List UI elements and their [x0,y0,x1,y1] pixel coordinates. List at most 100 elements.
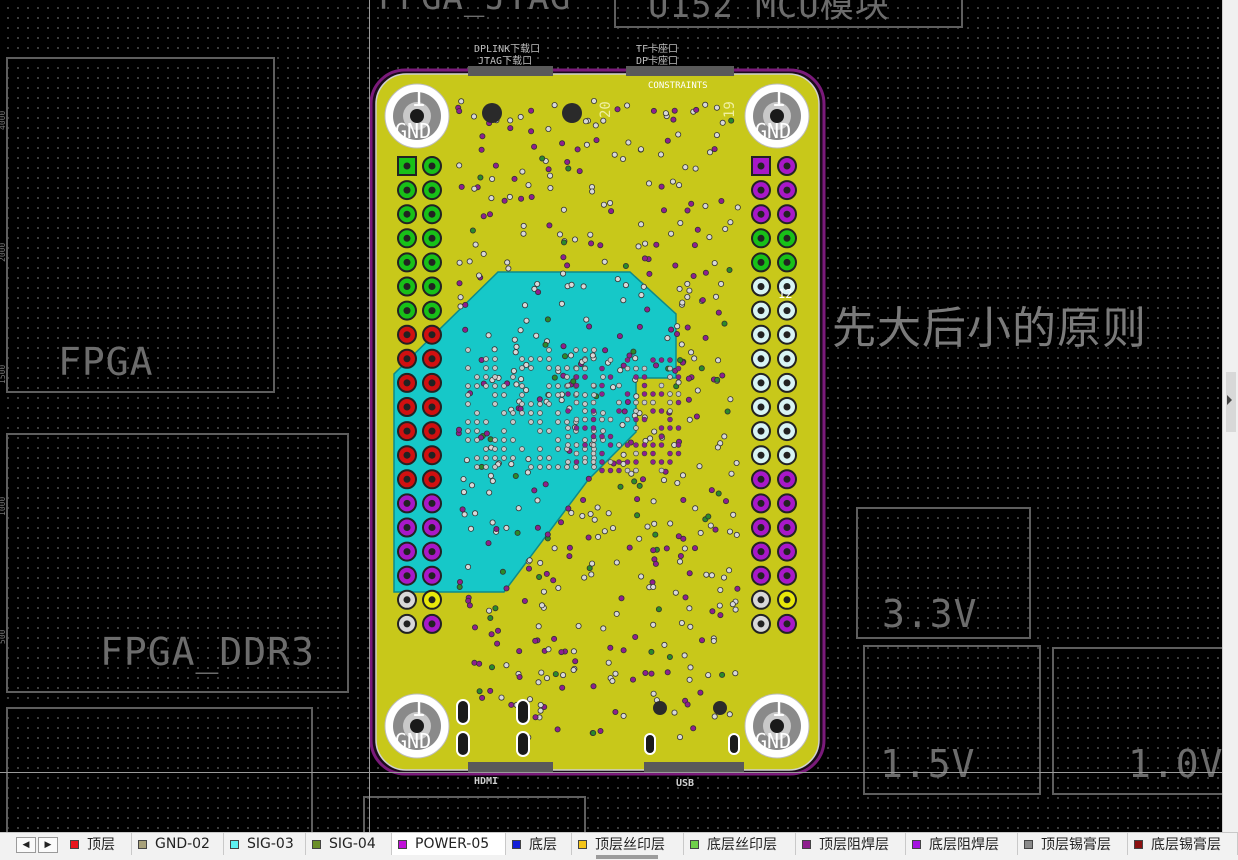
via [587,231,594,238]
via [583,316,590,323]
tab-layer-10[interactable]: 顶层锡膏层 [1018,833,1128,855]
via [622,262,629,269]
via [626,544,633,551]
via [684,701,691,708]
via [616,382,622,389]
fpga-label: FPGA [58,340,154,384]
via [489,664,496,671]
horizontal-scroll-thumb[interactable] [596,855,658,859]
via [599,459,605,465]
via [602,347,609,354]
via [698,637,705,644]
tab-layer-0[interactable]: 顶层 [64,833,132,855]
via [650,442,656,448]
via [694,387,701,394]
vertical-scrollbar[interactable] [1222,0,1238,832]
via [499,568,506,575]
via [675,442,682,448]
pad-hole [428,524,436,531]
pad-hole [783,210,791,218]
via [702,269,709,276]
via [716,602,723,609]
via [560,254,567,261]
via [528,419,534,425]
via [685,396,692,403]
via [465,347,471,353]
via [546,464,552,470]
tab-layer-3[interactable]: SIG-04 [306,833,392,855]
via [555,419,561,425]
via [676,182,683,189]
tab-layer-8[interactable]: 顶层阻焊层 [796,833,906,855]
via [607,357,614,363]
mount-number: 1 [771,694,785,722]
via [588,240,595,247]
slot-pad [644,733,656,755]
pad-hole [403,427,411,435]
via [648,670,655,677]
via [564,262,571,269]
via [492,365,498,371]
mount-gnd-label: GND [755,119,791,143]
via [595,533,602,540]
via [686,570,693,577]
pad-hole [757,451,765,459]
via [501,410,507,416]
via [538,669,545,676]
via [658,408,665,414]
via [570,667,577,674]
via [510,374,516,380]
pcb-board[interactable]: 1 GND 1 GND 1 GND 1 GND 20 19 12 CONSTRAINTS [368,60,830,776]
connector-hole [713,701,727,715]
via [492,464,498,470]
via [523,361,530,368]
via [560,206,567,213]
pcb-canvas[interactable]: FPGA FPGA_DDR3 3.3V 1.5V 1.0V FPGA_JTAG … [0,0,1222,832]
mount-gnd-label: GND [395,119,431,143]
via [555,585,562,592]
tab-next-button[interactable]: ▶ [38,837,58,853]
via [639,476,646,483]
via [516,648,523,655]
via [667,450,673,457]
via [465,437,471,443]
tab-layer-11[interactable]: 底层锡膏层 [1128,833,1238,855]
tab-layer-2[interactable]: SIG-03 [224,833,306,855]
tab-layer-7[interactable]: 底层丝印层 [684,833,796,855]
slot-pad [456,731,470,757]
via [590,98,597,105]
pad-hole [403,524,411,531]
via [729,601,736,608]
via [715,357,722,364]
via [564,365,570,371]
via [601,528,608,535]
via [468,525,475,532]
expand-arrow-icon[interactable] [1227,395,1232,405]
tab-layer-9[interactable]: 底层阻焊层 [906,833,1018,855]
via [542,341,549,348]
via [600,374,606,380]
via [510,419,516,425]
via [667,520,674,527]
via [508,461,515,468]
tab-layer-5[interactable]: 底层 [506,833,572,855]
layer-tab-label: GND-02 [155,836,210,852]
via [638,221,645,228]
via [722,225,729,232]
via [474,428,480,434]
via [679,472,686,479]
via [458,98,465,105]
via [674,323,681,330]
via [698,365,705,372]
tab-layer-6[interactable]: 顶层丝印层 [572,833,684,855]
via [537,455,543,461]
tab-prev-button[interactable]: ◀ [16,837,36,853]
via [624,416,631,423]
via [488,631,495,638]
via [537,356,543,362]
pad-hole [403,307,411,315]
tab-layer-4[interactable]: POWER-05 [392,833,506,855]
via [599,416,605,423]
tab-layer-1[interactable]: GND-02 [132,833,224,855]
via [558,300,565,307]
